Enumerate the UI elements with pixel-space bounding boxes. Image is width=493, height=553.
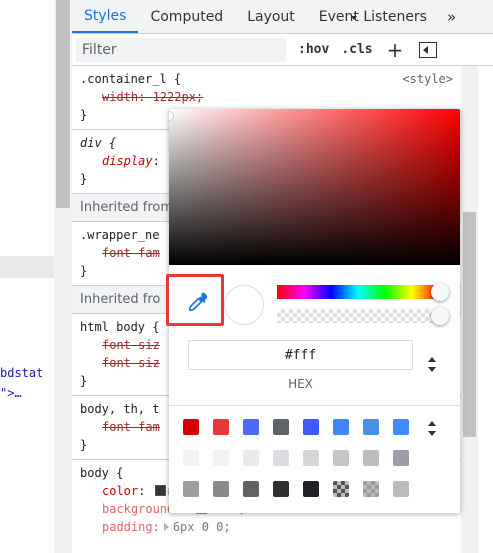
palette-toggle-icon[interactable] <box>426 419 438 439</box>
panel-edge <box>478 66 493 553</box>
toggle-sidebar-icon[interactable] <box>419 41 438 58</box>
palette-swatch[interactable] <box>393 481 409 497</box>
more-tabs-icon[interactable]: » <box>439 0 464 33</box>
hex-input[interactable] <box>188 340 413 370</box>
palette-swatch[interactable] <box>273 419 289 435</box>
palette-swatch[interactable] <box>213 450 229 466</box>
palette-swatch[interactable] <box>333 450 349 466</box>
rule-source-link[interactable]: <style> <box>402 70 453 88</box>
styles-toolbar: :hov .cls + <box>72 34 493 66</box>
node-text-2[interactable]: ">… <box>0 386 22 400</box>
sidebar-tabs: Styles Computed Layout Event Listeners » <box>72 0 493 34</box>
saturation-value-area[interactable] <box>169 109 460 265</box>
rule-property-padding[interactable]: padding: 6px 0 0; <box>80 518 461 536</box>
palette-swatch[interactable] <box>303 481 319 497</box>
tab-layout[interactable]: Layout <box>235 0 307 33</box>
palette-swatch[interactable] <box>363 419 379 435</box>
hov-button[interactable]: :hov <box>298 42 329 57</box>
elements-scroll-thumb[interactable] <box>56 0 70 208</box>
palette-swatch[interactable] <box>333 481 349 497</box>
palette-swatch[interactable] <box>333 419 349 435</box>
palette-swatch[interactable] <box>273 450 289 466</box>
picker-divider <box>169 405 460 406</box>
palette-swatch[interactable] <box>393 450 409 466</box>
format-label: HEX <box>288 377 313 391</box>
eyedropper-icon[interactable] <box>186 290 210 314</box>
saturation-handle[interactable] <box>169 111 174 121</box>
format-toggle-icon[interactable] <box>426 355 438 375</box>
palette-swatch[interactable] <box>363 450 379 466</box>
elements-pane: bdstat ">… <box>0 0 54 553</box>
palette-swatch[interactable] <box>183 419 199 435</box>
selected-node-highlight[interactable] <box>0 256 54 278</box>
color-preview-swatch <box>224 285 264 325</box>
palette-swatch[interactable] <box>273 481 289 497</box>
palette-swatch[interactable] <box>393 419 409 435</box>
node-text-1[interactable]: bdstat <box>0 366 43 380</box>
alpha-slider[interactable] <box>277 309 439 323</box>
color-swatch[interactable] <box>154 485 166 496</box>
alpha-slider-handle[interactable] <box>431 307 449 325</box>
hue-slider[interactable] <box>277 285 439 299</box>
palette-swatch[interactable] <box>183 450 199 466</box>
palette-swatch[interactable] <box>303 419 319 435</box>
rule-property[interactable]: width: 1222px; <box>80 88 461 106</box>
palette-swatch[interactable] <box>243 481 259 497</box>
palette-swatch[interactable] <box>243 419 259 435</box>
styles-scroll-thumb[interactable] <box>463 212 476 437</box>
tab-computed[interactable]: Computed <box>138 0 235 33</box>
add-rule-button[interactable]: + <box>387 40 404 60</box>
expand-triangle-icon[interactable] <box>163 523 169 531</box>
tab-styles[interactable]: Styles <box>72 0 139 33</box>
hue-slider-handle[interactable] <box>431 283 449 301</box>
filter-input[interactable] <box>76 37 286 62</box>
palette-swatch[interactable] <box>213 481 229 497</box>
tab-event-listeners[interactable]: Event Listeners <box>307 0 439 33</box>
palette-swatch[interactable] <box>213 419 229 435</box>
add-rule-caret-icon[interactable] <box>351 16 357 20</box>
cls-button[interactable]: .cls <box>341 42 372 57</box>
palette-swatch[interactable] <box>303 450 319 466</box>
palette-swatch[interactable] <box>363 481 379 497</box>
palette-swatch[interactable] <box>243 450 259 466</box>
palette-swatch[interactable] <box>183 481 199 497</box>
